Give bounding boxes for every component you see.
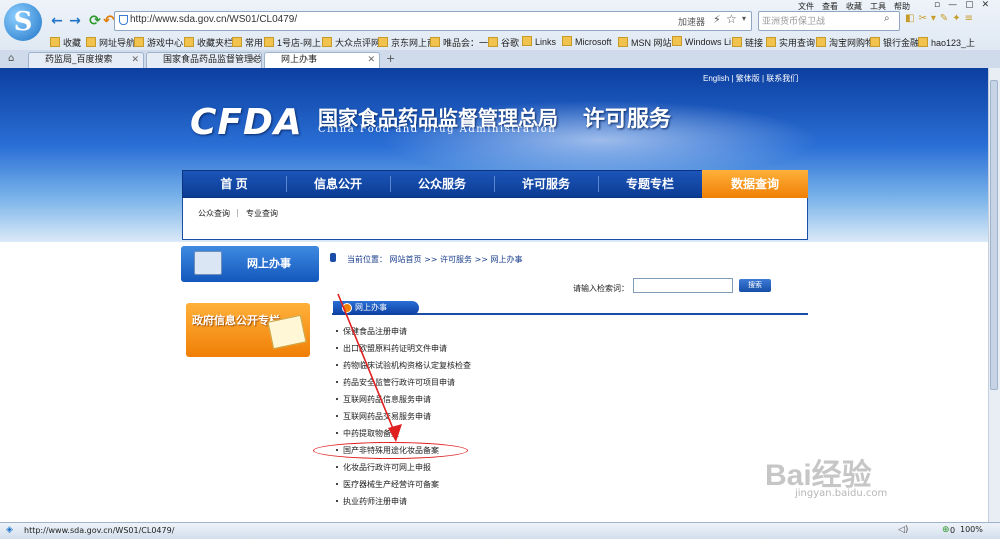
site-subtitle: 许可服务 (583, 106, 672, 132)
window-controls[interactable]: ▫—▢✕ (934, 0, 997, 10)
top-links[interactable]: English | 繁体版 | 联系我们 (703, 73, 798, 84)
search-button[interactable]: 搜索 (739, 279, 771, 292)
cfda-logo: CFDA (190, 102, 303, 143)
fav-item[interactable]: Microsoft (562, 36, 612, 47)
tab-label: 国家食品药品监督管理总 (163, 55, 262, 65)
fav-item[interactable]: 1号店-网上 (264, 36, 321, 49)
watermark-url: jingyan.baidu.com (795, 488, 888, 499)
list-item[interactable]: 医疗器械生产经营许可备案 (334, 478, 439, 492)
fav-item[interactable]: 链接 (732, 36, 763, 49)
subnav-divider: | (236, 208, 239, 217)
fav-item[interactable]: Windows Li (672, 36, 731, 47)
lightning-icon[interactable]: ⚡ (713, 13, 721, 26)
chevron-down-icon[interactable]: ▾ (742, 14, 746, 23)
computer-icon (194, 251, 222, 275)
site-name-en: China Food and Drug Administration (318, 124, 557, 135)
tab-online-service[interactable]: 网上办事 ✕ (264, 52, 380, 68)
nav-public-service[interactable]: 公众服务 (390, 170, 494, 198)
list-item-label: 执业药师注册申请 (343, 497, 407, 506)
breadcrumb-home[interactable]: 网站首页 (390, 255, 422, 264)
breadcrumb-label: 当前位置： (347, 255, 387, 264)
search-placeholder: 亚洲货币保卫战 (762, 17, 826, 27)
fav-item[interactable]: 京东网上商 (378, 36, 436, 49)
back-icon[interactable]: ← (48, 12, 66, 30)
annotation-arrow-icon (337, 293, 402, 442)
subnav-professional-query[interactable]: 专业查询 (246, 208, 278, 219)
close-icon[interactable]: ✕ (249, 53, 257, 68)
new-tab-icon[interactable]: + (386, 52, 395, 65)
list-item[interactable]: 化妆品行政许可网上申报 (334, 461, 431, 475)
tab-cfda-home[interactable]: 国家食品药品监督管理总 ✕ (146, 52, 262, 68)
address-url[interactable]: http://www.sda.gov.cn/WS01/CL0479/ (130, 14, 297, 25)
download-icon[interactable]: ⊕ (942, 525, 950, 535)
fav-item[interactable]: 银行金融 (870, 36, 919, 49)
scrollbar-thumb[interactable] (990, 80, 998, 390)
fav-item[interactable]: 游戏中心 (134, 36, 183, 49)
location-icon (330, 253, 336, 262)
fav-item[interactable]: 淘宝网购物 (816, 36, 874, 49)
close-icon[interactable]: ✕ (131, 53, 139, 68)
fav-item[interactable]: 谷歌 (488, 36, 519, 49)
breadcrumb-license[interactable]: 许可服务 (440, 255, 472, 264)
breadcrumb-separator: >> (424, 255, 438, 264)
speaker-icon[interactable]: ◁) (898, 525, 908, 535)
fav-item[interactable]: hao123_上 (918, 36, 975, 49)
bullet-icon (336, 499, 338, 502)
status-url: http://www.sda.gov.cn/WS01/CL0479/ (24, 526, 175, 535)
search-icon[interactable]: ⌕ (884, 13, 890, 24)
close-icon[interactable]: ✕ (367, 53, 375, 68)
fav-item[interactable]: 实用查询 (766, 36, 815, 49)
fav-item[interactable]: 大众点评网 (322, 36, 380, 49)
bullet-icon (336, 465, 338, 468)
nav-topics[interactable]: 专题专栏 (598, 170, 702, 198)
accelerator-label[interactable]: 加速器 (678, 15, 705, 28)
fav-item[interactable]: MSN 网站 (618, 36, 672, 49)
tab-label: 网上办事 (281, 55, 318, 65)
forward-icon[interactable]: → (66, 12, 84, 30)
sub-nav (182, 198, 808, 240)
list-item[interactable]: 执业药师注册申请 (334, 495, 407, 509)
shield-icon (119, 15, 128, 25)
fav-item[interactable]: Links (522, 36, 556, 47)
nav-license-service[interactable]: 许可服务 (494, 170, 598, 198)
fav-item[interactable]: 收藏夹栏 (184, 36, 233, 49)
fav-item[interactable]: 网址导航 (86, 36, 135, 49)
tab-label: 药监局_百度搜索 (45, 55, 113, 65)
search-label: 请输入检索词： (573, 284, 629, 293)
tab-baidu-search[interactable]: 药监局_百度搜索 ✕ (28, 52, 144, 68)
list-item-label: 化妆品行政许可网上申报 (343, 463, 431, 472)
star-icon[interactable]: ☆ (726, 12, 737, 26)
site-search-input[interactable] (633, 278, 733, 293)
zoom-level[interactable]: 100% (960, 525, 983, 534)
bullet-icon (336, 482, 338, 485)
fav-item[interactable]: 常用 (232, 36, 263, 49)
globe-icon: ◈ (6, 525, 13, 535)
home-icon[interactable]: ⌂ (8, 53, 14, 64)
nav-data-query[interactable]: 数据查询 (702, 170, 808, 198)
nav-info-disclosure[interactable]: 信息公开 (286, 170, 390, 198)
breadcrumb-current[interactable]: 网上办事 (491, 255, 523, 264)
fav-item[interactable]: 唯品会：一 (430, 36, 488, 49)
nav-home[interactable]: 首 页 (182, 170, 286, 198)
breadcrumb-separator: >> (474, 255, 488, 264)
gov-info-label: 政府信息公开专栏 (192, 314, 280, 327)
download-count: 0 (950, 526, 956, 535)
list-item-label: 医疗器械生产经营许可备案 (343, 480, 439, 489)
breadcrumb: 当前位置： 网站首页 >> 许可服务 >> 网上办事 (347, 254, 523, 265)
fav-item[interactable]: 收藏 (50, 36, 81, 49)
subnav-public-query[interactable]: 公众查询 (198, 208, 230, 219)
toolbar-icons[interactable]: ◧✂▾✎✦≡ (905, 13, 977, 24)
